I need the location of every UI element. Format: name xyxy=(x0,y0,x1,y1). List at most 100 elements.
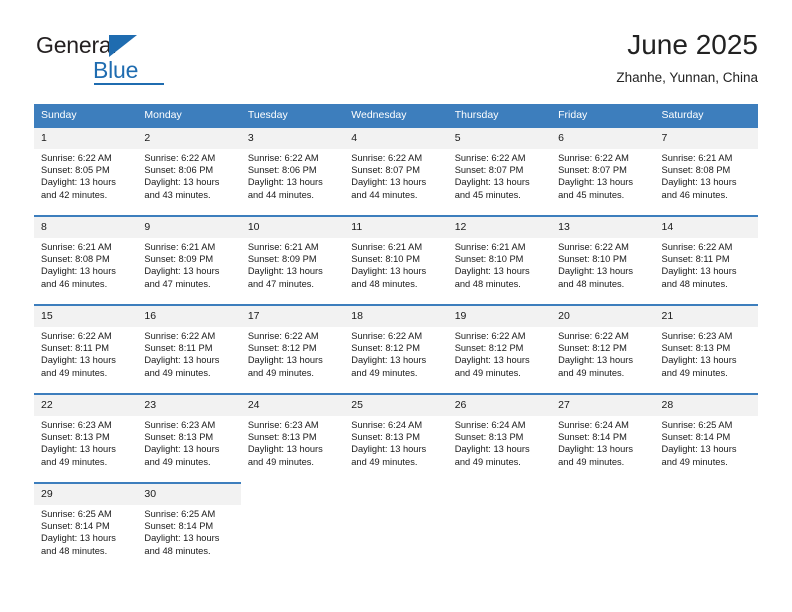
weekday-header-monday: Monday xyxy=(137,104,241,126)
calendar-day-cell: 30 Sunrise: 6:25 AM Sunset: 8:14 PM Dayligh… xyxy=(137,482,241,570)
day-details: Sunrise: 6:22 AM Sunset: 8:12 PM Daylight:… xyxy=(240,327,345,379)
day-10[interactable]: 10 Sunrise: 6:21 AM Sunset: 8:09 PM Dayligh… xyxy=(240,215,345,304)
calendar-header-row: Sunday Monday Tuesday Wednesday Thursday… xyxy=(34,104,758,126)
sunrise-text: Sunrise: 6:22 AM xyxy=(247,331,319,341)
day-24[interactable]: 24 Sunrise: 6:23 AM Sunset: 8:13 PM Dayligh… xyxy=(240,393,345,482)
day-12[interactable]: 12 Sunrise: 6:21 AM Sunset: 8:10 PM Dayligh… xyxy=(447,215,552,304)
day-20[interactable]: 20 Sunrise: 6:22 AM Sunset: 8:12 PM Dayligh… xyxy=(551,304,655,393)
day-21[interactable]: 21 Sunrise: 6:23 AM Sunset: 8:13 PM Dayligh… xyxy=(654,304,758,393)
daylight-text: Daylight: 13 hours and 44 minutes. xyxy=(247,177,323,200)
sunrise-text: Sunrise: 6:21 AM xyxy=(247,242,319,252)
sunset-text: Sunset: 8:06 PM xyxy=(247,165,317,176)
calendar-day-cell: 8 Sunrise: 6:21 AM Sunset: 8:08 PM Daylight… xyxy=(34,215,138,304)
day-details: Sunrise: 6:23 AM Sunset: 8:13 PM Daylight:… xyxy=(240,416,345,468)
calendar-day-cell: 9 Sunrise: 6:21 AM Sunset: 8:09 PM Daylight… xyxy=(137,215,241,304)
day-number: 16 xyxy=(137,306,241,327)
empty-day xyxy=(654,482,758,570)
calendar-day-cell: 20 Sunrise: 6:22 AM Sunset: 8:12 PM Dayligh… xyxy=(551,304,655,393)
day-9[interactable]: 9 Sunrise: 6:21 AM Sunset: 8:09 PM Daylight… xyxy=(137,215,241,304)
daylight-text: Daylight: 13 hours and 49 minutes. xyxy=(41,444,116,467)
sunset-text: Sunset: 8:12 PM xyxy=(558,343,627,354)
day-29[interactable]: 29 Sunrise: 6:25 AM Sunset: 8:14 PM Dayligh… xyxy=(34,482,138,570)
day-8[interactable]: 8 Sunrise: 6:21 AM Sunset: 8:08 PM Daylight… xyxy=(34,215,138,304)
day-13[interactable]: 13 Sunrise: 6:22 AM Sunset: 8:10 PM Dayligh… xyxy=(551,215,655,304)
calendar-day-cell: 29 Sunrise: 6:25 AM Sunset: 8:14 PM Dayligh… xyxy=(34,482,138,570)
day-details: Sunrise: 6:22 AM Sunset: 8:12 PM Daylight:… xyxy=(447,327,552,379)
sunrise-text: Sunrise: 6:24 AM xyxy=(558,420,629,430)
day-number: 28 xyxy=(654,395,758,416)
day-28[interactable]: 28 Sunrise: 6:25 AM Sunset: 8:14 PM Dayligh… xyxy=(654,393,758,482)
sunset-text: Sunset: 8:13 PM xyxy=(351,432,420,443)
day-1[interactable]: 1 Sunrise: 6:22 AM Sunset: 8:05 PM Daylight… xyxy=(34,126,138,215)
calendar-day-cell: 19 Sunrise: 6:22 AM Sunset: 8:12 PM Dayligh… xyxy=(447,304,552,393)
day-details: Sunrise: 6:22 AM Sunset: 8:07 PM Daylight:… xyxy=(447,149,552,201)
day-25[interactable]: 25 Sunrise: 6:24 AM Sunset: 8:13 PM Dayligh… xyxy=(344,393,448,482)
day-18[interactable]: 18 Sunrise: 6:22 AM Sunset: 8:12 PM Dayligh… xyxy=(344,304,448,393)
sunrise-text: Sunrise: 6:22 AM xyxy=(41,331,112,341)
day-22[interactable]: 22 Sunrise: 6:23 AM Sunset: 8:13 PM Dayligh… xyxy=(34,393,138,482)
day-26[interactable]: 26 Sunrise: 6:24 AM Sunset: 8:13 PM Dayligh… xyxy=(447,393,552,482)
day-number: 20 xyxy=(551,306,655,327)
weekday-header-wednesday: Wednesday xyxy=(344,104,448,126)
general-blue-logo[interactable]: General Blue xyxy=(36,32,206,88)
sunrise-text: Sunrise: 6:25 AM xyxy=(41,509,112,519)
sunrise-text: Sunrise: 6:22 AM xyxy=(144,153,216,163)
day-number: 2 xyxy=(137,128,241,149)
calendar-day-cell: 10 Sunrise: 6:21 AM Sunset: 8:09 PM Dayligh… xyxy=(240,215,345,304)
calendar-week-row: 8 Sunrise: 6:21 AM Sunset: 8:08 PM Daylight… xyxy=(34,215,758,304)
calendar-day-cell: 15 Sunrise: 6:22 AM Sunset: 8:11 PM Dayligh… xyxy=(34,304,138,393)
day-number: 19 xyxy=(447,306,552,327)
daylight-text: Daylight: 13 hours and 45 minutes. xyxy=(454,177,530,200)
day-number: 29 xyxy=(34,484,138,505)
day-27[interactable]: 27 Sunrise: 6:24 AM Sunset: 8:14 PM Dayligh… xyxy=(551,393,655,482)
day-7[interactable]: 7 Sunrise: 6:21 AM Sunset: 8:08 PM Daylight… xyxy=(654,126,758,215)
daylight-text: Daylight: 13 hours and 48 minutes. xyxy=(144,533,220,556)
day-16[interactable]: 16 Sunrise: 6:22 AM Sunset: 8:11 PM Dayligh… xyxy=(137,304,241,393)
logo-triangle-icon xyxy=(109,35,137,57)
day-5[interactable]: 5 Sunrise: 6:22 AM Sunset: 8:07 PM Daylight… xyxy=(447,126,552,215)
sunrise-text: Sunrise: 6:22 AM xyxy=(558,242,629,252)
calendar-day-cell: 12 Sunrise: 6:21 AM Sunset: 8:10 PM Dayligh… xyxy=(447,215,552,304)
sunrise-text: Sunrise: 6:22 AM xyxy=(558,331,629,341)
day-23[interactable]: 23 Sunrise: 6:23 AM Sunset: 8:13 PM Dayligh… xyxy=(137,393,241,482)
sunset-text: Sunset: 8:12 PM xyxy=(454,343,524,354)
calendar-day-cell-empty xyxy=(447,482,552,570)
day-details: Sunrise: 6:21 AM Sunset: 8:08 PM Daylight:… xyxy=(34,238,138,290)
sunset-text: Sunset: 8:14 PM xyxy=(661,432,731,443)
calendar-day-cell: 27 Sunrise: 6:24 AM Sunset: 8:14 PM Dayligh… xyxy=(551,393,655,482)
sunset-text: Sunset: 8:13 PM xyxy=(144,432,214,443)
sunset-text: Sunset: 8:09 PM xyxy=(144,254,214,265)
day-30[interactable]: 30 Sunrise: 6:25 AM Sunset: 8:14 PM Dayligh… xyxy=(137,482,241,570)
sunset-text: Sunset: 8:13 PM xyxy=(41,432,110,443)
day-19[interactable]: 19 Sunrise: 6:22 AM Sunset: 8:12 PM Dayligh… xyxy=(447,304,552,393)
calendar-day-cell: 5 Sunrise: 6:22 AM Sunset: 8:07 PM Daylight… xyxy=(447,126,552,215)
calendar-week-row: 1 Sunrise: 6:22 AM Sunset: 8:05 PM Daylight… xyxy=(34,126,758,215)
day-3[interactable]: 3 Sunrise: 6:22 AM Sunset: 8:06 PM Daylight… xyxy=(240,126,345,215)
day-17[interactable]: 17 Sunrise: 6:22 AM Sunset: 8:12 PM Dayligh… xyxy=(240,304,345,393)
day-details: Sunrise: 6:25 AM Sunset: 8:14 PM Daylight:… xyxy=(34,505,138,557)
day-number: 24 xyxy=(240,395,345,416)
day-2[interactable]: 2 Sunrise: 6:22 AM Sunset: 8:06 PM Daylight… xyxy=(137,126,241,215)
sunset-text: Sunset: 8:12 PM xyxy=(247,343,317,354)
day-number: 8 xyxy=(34,217,138,238)
logo-underline xyxy=(94,83,164,85)
sunrise-text: Sunrise: 6:22 AM xyxy=(144,331,216,341)
daylight-text: Daylight: 13 hours and 49 minutes. xyxy=(144,444,220,467)
calendar-day-cell: 11 Sunrise: 6:21 AM Sunset: 8:10 PM Dayligh… xyxy=(344,215,448,304)
day-number: 23 xyxy=(137,395,241,416)
day-15[interactable]: 15 Sunrise: 6:22 AM Sunset: 8:11 PM Dayligh… xyxy=(34,304,138,393)
calendar-week-row: 22 Sunrise: 6:23 AM Sunset: 8:13 PM Dayligh… xyxy=(34,393,758,482)
day-number: 6 xyxy=(551,128,655,149)
daylight-text: Daylight: 13 hours and 49 minutes. xyxy=(558,444,634,467)
sunrise-text: Sunrise: 6:21 AM xyxy=(41,242,112,252)
daylight-text: Daylight: 13 hours and 49 minutes. xyxy=(247,444,323,467)
day-4[interactable]: 4 Sunrise: 6:22 AM Sunset: 8:07 PM Daylight… xyxy=(344,126,448,215)
day-14[interactable]: 14 Sunrise: 6:22 AM Sunset: 8:11 PM Dayligh… xyxy=(654,215,758,304)
title-block: June 2025 Zhanhe, Yunnan, China xyxy=(616,28,758,88)
day-details: Sunrise: 6:22 AM Sunset: 8:05 PM Daylight:… xyxy=(34,149,138,201)
day-number: 4 xyxy=(344,128,448,149)
day-6[interactable]: 6 Sunrise: 6:22 AM Sunset: 8:07 PM Daylight… xyxy=(551,126,655,215)
day-11[interactable]: 11 Sunrise: 6:21 AM Sunset: 8:10 PM Dayligh… xyxy=(344,215,448,304)
daylight-text: Daylight: 13 hours and 49 minutes. xyxy=(661,444,737,467)
weekday-header-tuesday: Tuesday xyxy=(240,104,345,126)
